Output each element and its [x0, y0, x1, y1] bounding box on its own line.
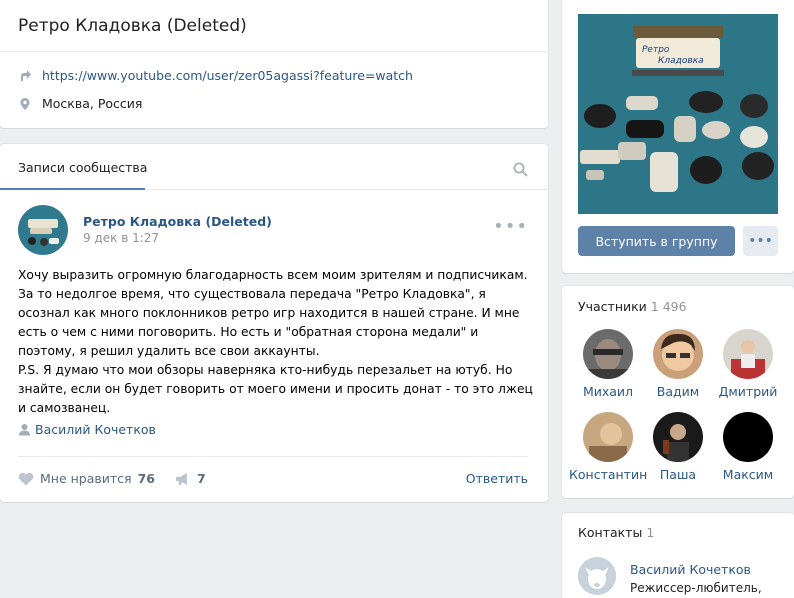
more-actions-button[interactable]: •••	[743, 226, 778, 256]
post-paragraph: Хочу выразить огромную благодарность все…	[18, 268, 528, 358]
member-avatar	[723, 412, 773, 462]
location-text: Москва, Россия	[42, 96, 143, 111]
post-signer: Василий Кочетков	[18, 422, 156, 437]
active-tab-indicator	[0, 188, 145, 190]
group-header-card: Ретро Кладовка (Deleted) https://www.you…	[0, 0, 548, 128]
member-item[interactable]: Константин	[569, 412, 647, 482]
contacts-count: 1	[646, 525, 655, 540]
divider	[18, 456, 528, 457]
location-pin-icon	[20, 97, 30, 110]
post-author-avatar[interactable]	[18, 205, 68, 255]
group-cover-card: Ретро Кладовка Вступить в группу •••	[562, 0, 794, 273]
members-label: Участники	[578, 299, 647, 314]
member-name: Максим	[722, 467, 774, 482]
like-label: Мне нравится	[40, 471, 132, 486]
post-author-name[interactable]: Ретро Кладовка (Deleted)	[83, 214, 272, 229]
heart-icon	[18, 472, 34, 485]
tab-community-posts[interactable]: Записи сообщества	[18, 160, 147, 175]
divider	[0, 51, 548, 52]
share-count: 7	[196, 471, 206, 486]
post-actions: Мне нравится 76 7	[18, 471, 206, 486]
members-header[interactable]: Участники 1 496	[578, 299, 687, 314]
signer-name[interactable]: Василий Кочетков	[35, 422, 156, 437]
contacts-label: Контакты	[578, 525, 643, 540]
search-icon[interactable]	[513, 162, 528, 177]
reply-button[interactable]: Ответить	[466, 471, 528, 486]
member-avatar	[653, 412, 703, 462]
website-link[interactable]: https://www.youtube.com/user/zer05agassi…	[42, 68, 413, 83]
page-title: Ретро Кладовка (Deleted)	[18, 16, 247, 36]
member-name: Вадим	[656, 384, 700, 399]
share-button[interactable]: 7	[175, 471, 206, 486]
contacts-header[interactable]: Контакты 1	[578, 525, 654, 540]
member-name: Паша	[659, 467, 697, 482]
cover-logo-line2: Кладовка	[658, 56, 704, 66]
default-avatar-icon	[578, 557, 616, 595]
group-avatar-image	[18, 205, 68, 255]
post-text: Хочу выразить огромную благодарность все…	[18, 266, 533, 418]
website-row: https://www.youtube.com/user/zer05agassi…	[18, 68, 413, 83]
location-row: Москва, Россия	[18, 96, 142, 111]
wall-card: Записи сообщества Ретро Кладовка (Delete…	[0, 144, 548, 502]
members-card: Участники 1 496 Михаил Вадим Дмитрий Конс…	[562, 286, 794, 498]
wall-tabs: Записи сообщества	[0, 144, 548, 190]
post-date[interactable]: 9 дек в 1:27	[83, 231, 159, 245]
member-item[interactable]: Паша	[639, 412, 717, 482]
cover-logo-line1: Ретро	[642, 45, 670, 55]
megaphone-icon	[175, 472, 187, 485]
contacts-card: Контакты 1 Василий Кочетков Режиссер-люби…	[562, 513, 794, 598]
members-count: 1 496	[650, 299, 687, 314]
group-cover-image[interactable]: Ретро Кладовка	[578, 14, 778, 214]
member-avatar	[723, 329, 773, 379]
contact-role: Режиссер-любитель,	[630, 581, 762, 595]
member-name: Константин	[569, 467, 648, 482]
member-item[interactable]: Вадим	[639, 329, 717, 399]
member-item[interactable]: Михаил	[569, 329, 647, 399]
contact-avatar[interactable]	[578, 557, 616, 595]
member-avatar	[653, 329, 703, 379]
member-item[interactable]: Дмитрий	[709, 329, 787, 399]
member-name: Михаил	[582, 384, 634, 399]
post-menu-button[interactable]: •••	[493, 216, 528, 237]
member-avatar	[583, 412, 633, 462]
like-button[interactable]: Мне нравится 76	[18, 471, 155, 486]
join-group-button[interactable]: Вступить в группу	[578, 226, 735, 256]
contact-name[interactable]: Василий Кочетков	[630, 562, 751, 577]
member-name: Дмитрий	[718, 384, 778, 399]
post-paragraph: P.S. Я думаю что мои обзоры наверняка кт…	[18, 363, 533, 415]
like-count: 76	[137, 471, 155, 486]
consoles-collage-image: Ретро Кладовка	[578, 14, 778, 214]
link-arrow-icon	[21, 69, 31, 81]
member-item[interactable]: Максим	[709, 412, 787, 482]
user-icon	[19, 424, 30, 436]
member-avatar	[583, 329, 633, 379]
